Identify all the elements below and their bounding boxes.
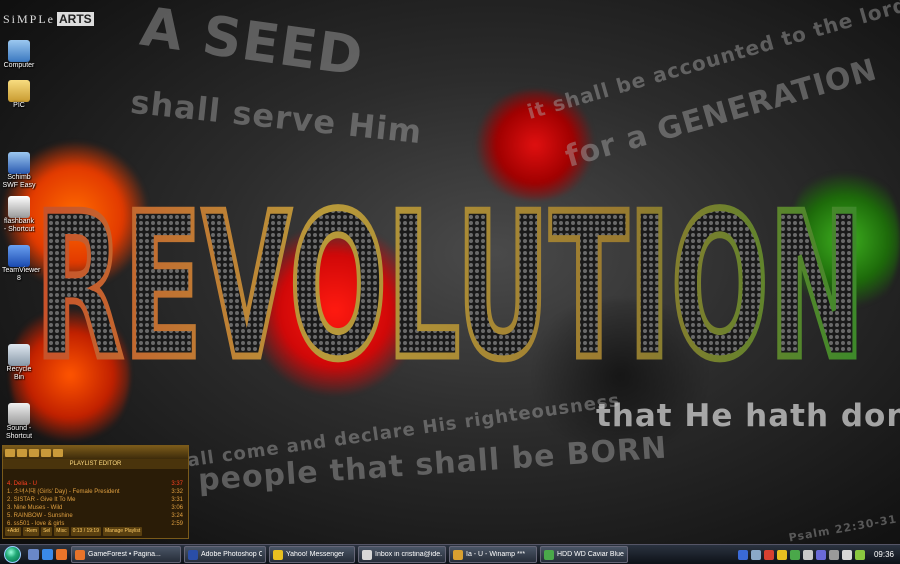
desktop-icon-flashbank[interactable]: flashbank - Shortcut bbox=[2, 196, 36, 234]
winamp-title: PLAYLIST EDITOR bbox=[69, 461, 122, 467]
show-desktop-icon[interactable] bbox=[28, 549, 39, 560]
desktop-icon-recycle-bin[interactable]: Recycle Bin bbox=[2, 344, 36, 382]
winamp-titlebar[interactable]: PLAYLIST EDITOR bbox=[3, 459, 188, 469]
quick-launch bbox=[28, 549, 67, 560]
taskbar-window-winamp[interactable]: Ia - U - Winamp *** bbox=[449, 546, 537, 563]
revolution-word: REVOLUTION bbox=[35, 178, 865, 378]
desktop-icon-pic[interactable]: PIC bbox=[2, 80, 36, 110]
network-icon[interactable] bbox=[750, 549, 761, 560]
shortcut-icon bbox=[8, 196, 30, 218]
antivirus-icon[interactable] bbox=[763, 549, 774, 560]
track-row[interactable]: 1. 소녀시대 (Girls' Day) - Female President 3… bbox=[7, 488, 183, 496]
taskbar-window-inbox[interactable]: Inbox in cristina@ide... bbox=[358, 546, 446, 563]
taskbar-window-hdd[interactable]: HDD WD Caviar Blue... bbox=[540, 546, 628, 563]
select-button[interactable]: Sel bbox=[41, 527, 53, 536]
track-row[interactable]: 3. Nine Muses - Wild 3:06 bbox=[7, 504, 183, 512]
phrase-born: a people that shall be BORN bbox=[164, 430, 669, 501]
winamp-playlist-window[interactable]: PLAYLIST EDITOR 4. Delia - U 3:37 1. 소녀시대… bbox=[2, 445, 189, 539]
phrase-generation: for a GENERATION bbox=[561, 52, 882, 175]
windows-orb-icon bbox=[3, 546, 21, 563]
add-button[interactable]: +Add bbox=[5, 527, 21, 536]
desktop-icon-sound[interactable]: Sound - Shortcut bbox=[2, 403, 36, 441]
wifi-icon[interactable] bbox=[828, 549, 839, 560]
desktop-icon-teamviewer[interactable]: TeamViewer 8 bbox=[2, 245, 40, 283]
clock[interactable]: 09:36 bbox=[874, 550, 894, 559]
messenger-tray-icon[interactable] bbox=[789, 549, 800, 560]
winamp-track-list: 4. Delia - U 3:37 1. 소녀시대 (Girls' Day) - … bbox=[7, 480, 183, 528]
phrase-done: that He hath done this bbox=[596, 398, 900, 434]
desktop-icon-computer[interactable]: Computer bbox=[2, 40, 36, 70]
track-row[interactable]: 4. Delia - U 3:37 bbox=[7, 480, 183, 488]
time-display: 0:13 / 19:19 bbox=[70, 527, 101, 536]
folder-icon bbox=[8, 80, 30, 102]
stop-button[interactable] bbox=[41, 448, 51, 457]
simplearts-logo: SiMPLe ARTS bbox=[3, 11, 94, 26]
winamp-bottom-bar: +Add -Rem Sel Misc 0:13 / 19:19 Manage P… bbox=[5, 527, 186, 536]
remove-button[interactable]: -Rem bbox=[22, 527, 40, 536]
desktop-icon-schimb-swf[interactable]: Schimb SWF Easy bbox=[2, 152, 36, 190]
pause-button[interactable] bbox=[29, 448, 39, 457]
winamp-icon bbox=[453, 549, 463, 560]
next-button[interactable] bbox=[53, 448, 63, 457]
track-row[interactable]: 2. SISTAR - Give It To Me 3:31 bbox=[7, 496, 183, 504]
ie-icon[interactable] bbox=[42, 549, 53, 560]
system-tray: 09:36 bbox=[734, 545, 900, 564]
recycle-bin-icon bbox=[8, 344, 30, 366]
start-button[interactable] bbox=[0, 546, 24, 563]
mail-icon bbox=[362, 549, 372, 560]
teamviewer-icon bbox=[8, 245, 30, 267]
prev-button[interactable] bbox=[5, 448, 15, 457]
phrase-seed: A SEED bbox=[136, 0, 368, 89]
bluetooth-icon[interactable] bbox=[737, 549, 748, 560]
taskbar-window-yahoo[interactable]: Yahoo! Messenger bbox=[269, 546, 355, 563]
track-row[interactable]: 5. RAINBOW - Sunshine 3:24 bbox=[7, 512, 183, 520]
revolution-title-graphic: REVOLUTION bbox=[32, 178, 869, 378]
winamp-controls bbox=[3, 446, 188, 459]
taskbar: GameForest • Pagina... Adobe Photoshop C… bbox=[0, 544, 900, 564]
phrase-psalm: Psalm 22:30-31 bbox=[787, 512, 899, 544]
firefox-quicklaunch-icon[interactable] bbox=[56, 549, 67, 560]
sound-icon bbox=[8, 403, 30, 425]
misc-button[interactable]: Misc bbox=[54, 527, 69, 536]
yahoo-icon bbox=[273, 549, 283, 560]
manage-playlist-button[interactable]: Manage Playlist bbox=[103, 527, 143, 536]
taskbar-window-gameforest[interactable]: GameForest • Pagina... bbox=[71, 546, 181, 563]
photoshop-icon bbox=[188, 549, 198, 560]
yahoo-tray-icon[interactable] bbox=[776, 549, 787, 560]
volume-icon[interactable] bbox=[841, 549, 852, 560]
update-icon[interactable] bbox=[802, 549, 813, 560]
firefox-icon bbox=[75, 549, 85, 560]
taskbar-window-photoshop[interactable]: Adobe Photoshop C... bbox=[184, 546, 266, 563]
display-icon[interactable] bbox=[815, 549, 826, 560]
power-icon[interactable] bbox=[854, 549, 865, 560]
play-button[interactable] bbox=[17, 448, 27, 457]
computer-icon bbox=[8, 40, 30, 62]
chrome-icon bbox=[544, 549, 554, 560]
swf-icon bbox=[8, 152, 30, 174]
phrase-serve: shall serve Him bbox=[128, 82, 425, 152]
